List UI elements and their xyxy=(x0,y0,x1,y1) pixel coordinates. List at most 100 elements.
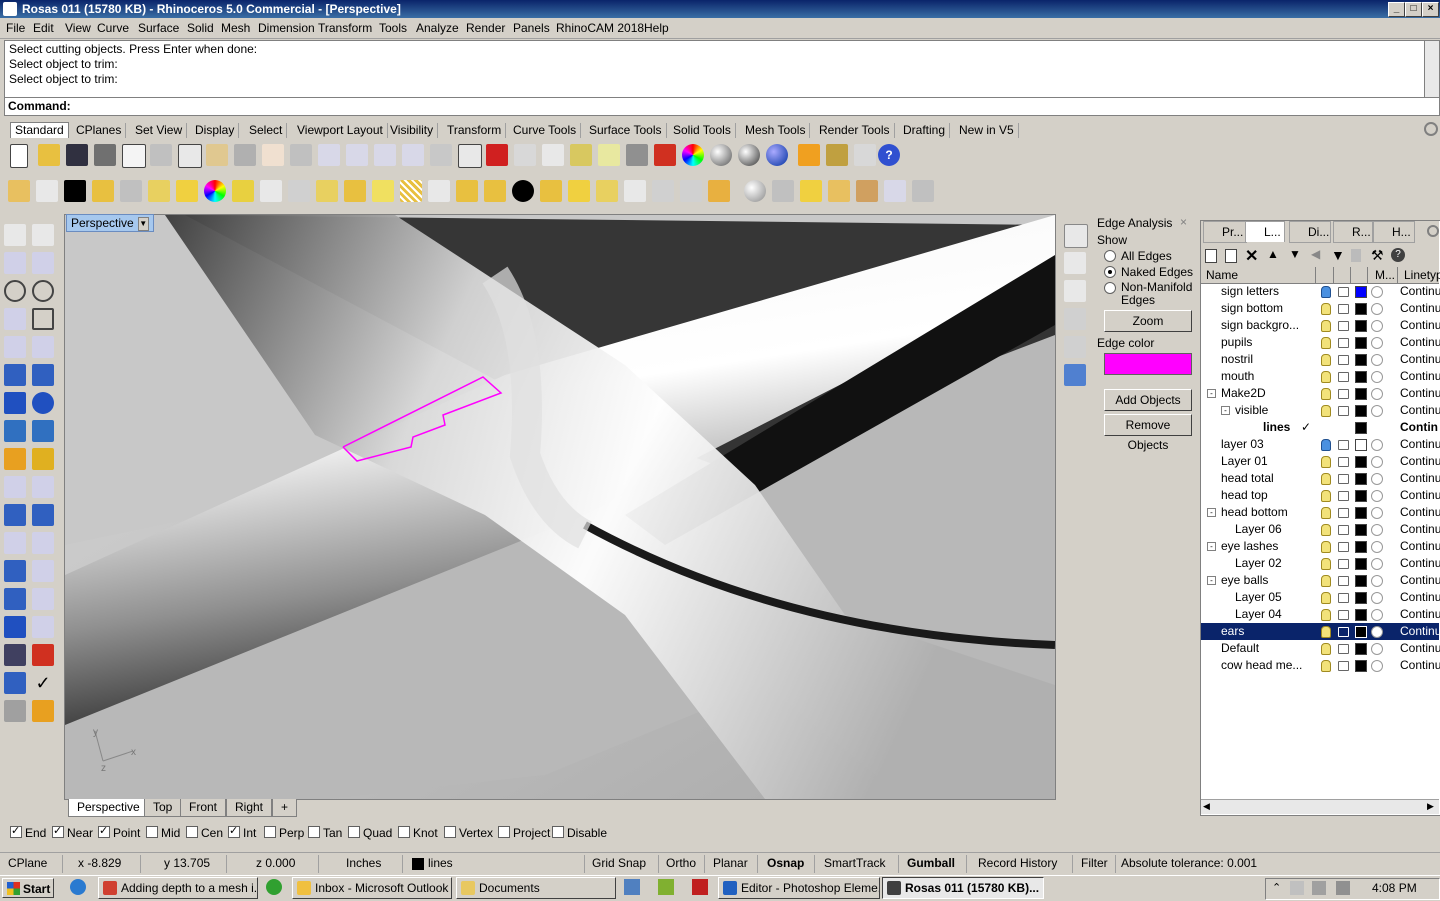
edge-tools-icon[interactable] xyxy=(1064,364,1086,386)
shaded-icon[interactable] xyxy=(570,144,592,166)
undo-view-icon[interactable] xyxy=(430,144,452,166)
render-sphere-icon[interactable] xyxy=(710,144,732,166)
layer-color-swatch[interactable] xyxy=(1355,320,1367,332)
quickbooks-icon[interactable] xyxy=(266,879,282,895)
monitor-icon[interactable] xyxy=(624,879,640,895)
layer-row[interactable]: - head bottom Continu xyxy=(1201,504,1440,521)
menu-panels[interactable]: Panels xyxy=(513,21,550,35)
extrude-icon[interactable] xyxy=(540,180,562,202)
app-icon[interactable] xyxy=(658,879,674,895)
lock-icon[interactable] xyxy=(1338,661,1349,671)
new-file-icon[interactable] xyxy=(10,144,28,168)
light-bulb-icon[interactable] xyxy=(1321,337,1331,349)
osnap-checkbox[interactable] xyxy=(52,824,64,838)
network-icon[interactable] xyxy=(1312,881,1326,895)
osnap-point[interactable]: Point xyxy=(98,824,140,840)
tab-transform[interactable]: Transform xyxy=(443,123,507,138)
layer-color-swatch[interactable] xyxy=(1355,626,1367,638)
layer-color-swatch[interactable] xyxy=(1355,541,1367,553)
gumball-toggle[interactable]: Gumball xyxy=(907,856,955,870)
point-cloud-icon[interactable] xyxy=(36,180,58,202)
column-name[interactable]: Name xyxy=(1206,267,1238,283)
material-icon[interactable] xyxy=(1371,558,1383,570)
zoom-selected-icon[interactable] xyxy=(402,144,424,166)
zebra-icon[interactable] xyxy=(1064,336,1086,358)
ellipse-icon[interactable] xyxy=(32,280,54,302)
lock-icon[interactable] xyxy=(1338,593,1349,603)
arc-icon[interactable] xyxy=(4,308,26,330)
lock-icon[interactable] xyxy=(1338,372,1349,382)
loft-icon[interactable] xyxy=(680,180,702,202)
open-folder-icon[interactable] xyxy=(38,144,60,166)
layer-color-swatch[interactable] xyxy=(1355,456,1367,468)
paste-icon[interactable] xyxy=(206,144,228,166)
surface-tool-icon[interactable] xyxy=(4,364,26,386)
gear-settings-icon[interactable] xyxy=(826,144,848,166)
osnap-icon[interactable] xyxy=(542,144,564,166)
layer-row[interactable]: sign letters Continu xyxy=(1201,283,1440,300)
light-bulb-icon[interactable] xyxy=(1321,575,1331,587)
box-icon[interactable] xyxy=(92,180,114,202)
record-history-toggle[interactable]: Record History xyxy=(978,856,1057,870)
tray-expand-icon[interactable]: ⌃ xyxy=(1272,881,1281,894)
black-sphere-icon[interactable] xyxy=(512,180,534,202)
light-bulb-icon[interactable] xyxy=(1321,371,1331,383)
circle-icon[interactable] xyxy=(4,280,26,302)
layer-color-swatch[interactable] xyxy=(1355,524,1367,536)
layer-row[interactable]: sign backgro... Continu xyxy=(1201,317,1440,334)
material-icon[interactable] xyxy=(1371,660,1383,672)
osnap-quad[interactable]: Quad xyxy=(348,826,392,840)
perspective-viewport[interactable]: x y z xyxy=(64,214,1056,800)
import-icon[interactable] xyxy=(122,144,146,168)
light-bulb-icon[interactable] xyxy=(1321,524,1331,536)
layer-linetype[interactable]: Continu xyxy=(1400,402,1440,419)
close-icon[interactable]: × xyxy=(1180,215,1187,229)
plane-icon[interactable] xyxy=(568,180,590,202)
layer-row[interactable]: Layer 01 Continu xyxy=(1201,453,1440,470)
light-bulb-icon[interactable] xyxy=(1321,490,1331,502)
osnap-project[interactable]: Project xyxy=(498,826,550,840)
lock-icon[interactable] xyxy=(1338,338,1349,348)
taskbar-task[interactable]: Editor - Photoshop Eleme... xyxy=(718,877,880,899)
tree-collapse-icon[interactable]: - xyxy=(1207,508,1216,517)
cplane-label[interactable]: CPlane xyxy=(8,856,47,870)
tab-surface-tools[interactable]: Surface Tools xyxy=(585,123,667,138)
cylinder-tool-icon[interactable] xyxy=(4,420,26,442)
layer-color-swatch[interactable] xyxy=(1355,490,1367,502)
clock[interactable]: 4:08 PM xyxy=(1372,881,1417,895)
tab-cplanes[interactable]: CPlanes xyxy=(72,123,127,138)
layer-row[interactable]: layer 03 Continu xyxy=(1201,436,1440,453)
material-icon[interactable] xyxy=(1371,524,1383,536)
layer-color-swatch[interactable] xyxy=(1355,473,1367,485)
save-icon[interactable] xyxy=(66,144,88,166)
layer-linetype[interactable]: Continu xyxy=(1400,589,1440,606)
point-grid-icon[interactable] xyxy=(316,180,338,202)
undo-icon[interactable] xyxy=(234,144,256,166)
layer-row[interactable]: lines ✓ Contin xyxy=(1201,419,1439,436)
menu-tools[interactable]: Tools xyxy=(379,21,407,35)
pipe-icon[interactable] xyxy=(4,672,26,694)
material-icon[interactable] xyxy=(1371,490,1383,502)
layer-linetype[interactable]: Continu xyxy=(1400,317,1440,334)
layer-color-swatch[interactable] xyxy=(1355,575,1367,587)
layer-row[interactable]: Layer 05 Continu xyxy=(1201,589,1440,606)
zoom-icon[interactable] xyxy=(318,144,340,166)
material-icon[interactable] xyxy=(1371,320,1383,332)
lock-icon[interactable] xyxy=(1338,542,1349,552)
layer-row[interactable]: Layer 02 Continu xyxy=(1201,555,1440,572)
layer-icon[interactable] xyxy=(654,144,676,166)
volume-icon[interactable] xyxy=(1336,881,1350,895)
rectangle-icon[interactable] xyxy=(32,308,54,330)
layer-row[interactable]: head total Continu xyxy=(1201,470,1440,487)
material-icon[interactable] xyxy=(1371,388,1383,400)
layer-linetype[interactable]: Continu xyxy=(1400,453,1440,470)
planar-toggle[interactable]: Planar xyxy=(713,856,748,870)
menu-curve[interactable]: Curve xyxy=(97,21,129,35)
edge-color-swatch[interactable] xyxy=(1104,353,1192,375)
cube-icon[interactable] xyxy=(772,180,794,202)
light-bulb-icon[interactable] xyxy=(1321,320,1331,332)
tab-standard[interactable]: Standard xyxy=(10,122,69,138)
spiral-icon[interactable] xyxy=(624,180,646,202)
rotate-view-icon[interactable] xyxy=(290,144,312,166)
minimize-button[interactable]: _ xyxy=(1388,2,1405,17)
